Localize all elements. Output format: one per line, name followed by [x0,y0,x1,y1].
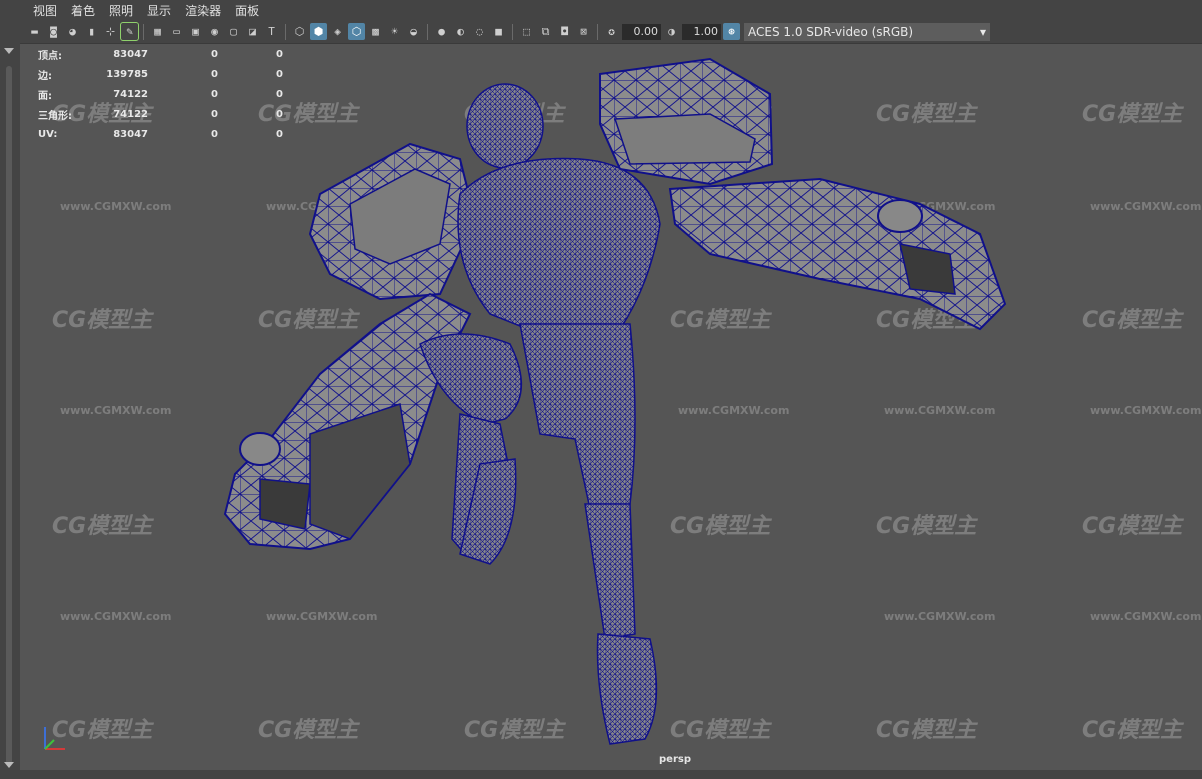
color-management-icon[interactable]: ⊛ [723,23,740,40]
camera-attributes-icon[interactable]: ◙ [45,23,62,40]
toolbar-divider [597,23,598,40]
exposure-icon[interactable]: ✪ [603,23,620,40]
toolbar-divider [512,23,513,40]
bottom-border [0,770,1202,779]
hud-row-triangles: 三角形: 74122 0 0 [38,108,283,122]
menu-panels[interactable]: 面板 [228,2,266,19]
xray-icon[interactable]: ◘ [556,23,573,40]
isolate-icon[interactable]: ⧉ [537,23,554,40]
wireframe-model [223,57,1007,745]
hud-row-vertices: 顶点: 83047 0 0 [38,48,283,62]
grid-display-icon[interactable]: ▦ [149,23,166,40]
menu-bar: 视图 着色 照明 显示 渲染器 面板 [0,0,1202,20]
gamma-field[interactable]: 1.00 [682,23,721,40]
hud-row-uvs: UV: 83047 0 0 [38,128,283,140]
left-shoulder-pack [308,142,477,301]
hud-row-edges: 边: 139785 0 0 [38,68,283,82]
lights-icon[interactable]: ☀ [386,23,403,40]
colorspace-value: ACES 1.0 SDR-video (sRGB) [748,24,914,39]
vertical-scrollbar[interactable] [6,66,12,766]
camera-select-icon[interactable]: ▬ [26,23,43,40]
wireframe-on-shaded-icon[interactable]: ⬡ [348,23,365,40]
safe-action-icon[interactable]: ◪ [244,23,261,40]
depth-of-field-icon[interactable]: ■ [490,23,507,40]
viewport-toolbar: ▬ ◙ ◕ ▮ ⊹ ✎ ▦ ▭ ▣ ◉ ▢ ◪ T ⬡ ⬢ ◈ ⬡ ▩ ☀ ◒ … [26,20,1202,43]
left-panel-strip [0,20,18,779]
safe-title-icon[interactable]: T [263,23,280,40]
toolbar-divider [143,23,144,40]
menu-shading[interactable]: 着色 [64,2,102,19]
pencil-icon[interactable]: ✎ [120,22,139,41]
gate-mask-icon[interactable]: ◉ [206,23,223,40]
menu-renderer[interactable]: 渲染器 [178,2,228,19]
hud-row-faces: 面: 74122 0 0 [38,88,283,102]
ambient-occlusion-icon[interactable]: ● [433,23,450,40]
grid-icon[interactable]: ⊹ [102,23,119,40]
axis-gizmo-icon [44,727,65,750]
field-chart-icon[interactable]: ▢ [225,23,242,40]
menu-view[interactable]: 视图 [26,2,64,19]
colorspace-dropdown[interactable]: ACES 1.0 SDR-video (sRGB) ▾ [744,22,990,41]
camera-name-label: persp [659,754,691,765]
right-arm-cannon [668,177,1007,331]
3d-viewport[interactable]: CG模型主 CG模型主 CG模型主 CG模型主 CG模型主 CG模型主 www.… [20,43,1202,771]
menu-show[interactable]: 显示 [140,2,178,19]
panel-menu-arrow-icon[interactable] [4,48,14,54]
resolution-gate-icon[interactable]: ▣ [187,23,204,40]
xray-joints-icon[interactable]: ⊠ [575,23,592,40]
exposure-field[interactable]: 0.00 [622,23,661,40]
textures-icon[interactable]: ▩ [367,23,384,40]
chevron-down-icon: ▾ [979,24,986,39]
motion-blur-icon[interactable]: ◐ [452,23,469,40]
image-plane-icon[interactable]: ▮ [83,23,100,40]
smooth-shade-icon[interactable]: ⬢ [310,23,327,40]
menu-lighting[interactable]: 照明 [102,2,140,19]
poly-count-hud: 顶点: 83047 0 0 边: 139785 0 0 面: 74122 0 0… [38,44,283,144]
select-icon[interactable]: ⬚ [518,23,535,40]
wireframe-icon[interactable]: ⬡ [291,23,308,40]
bookmark-icon[interactable]: ◕ [64,23,81,40]
panel-menu-arrow-bottom-icon[interactable] [4,762,14,768]
gamma-icon[interactable]: ◑ [663,23,680,40]
shadows-icon[interactable]: ◒ [405,23,422,40]
toolbar-divider [427,23,428,40]
film-gate-icon[interactable]: ▭ [168,23,185,40]
anti-aliasing-icon[interactable]: ◌ [471,23,488,40]
flat-shade-icon[interactable]: ◈ [329,23,346,40]
left-arm-cannon [223,292,472,551]
right-shoulder-pack [599,57,774,186]
toolbar-divider [285,23,286,40]
